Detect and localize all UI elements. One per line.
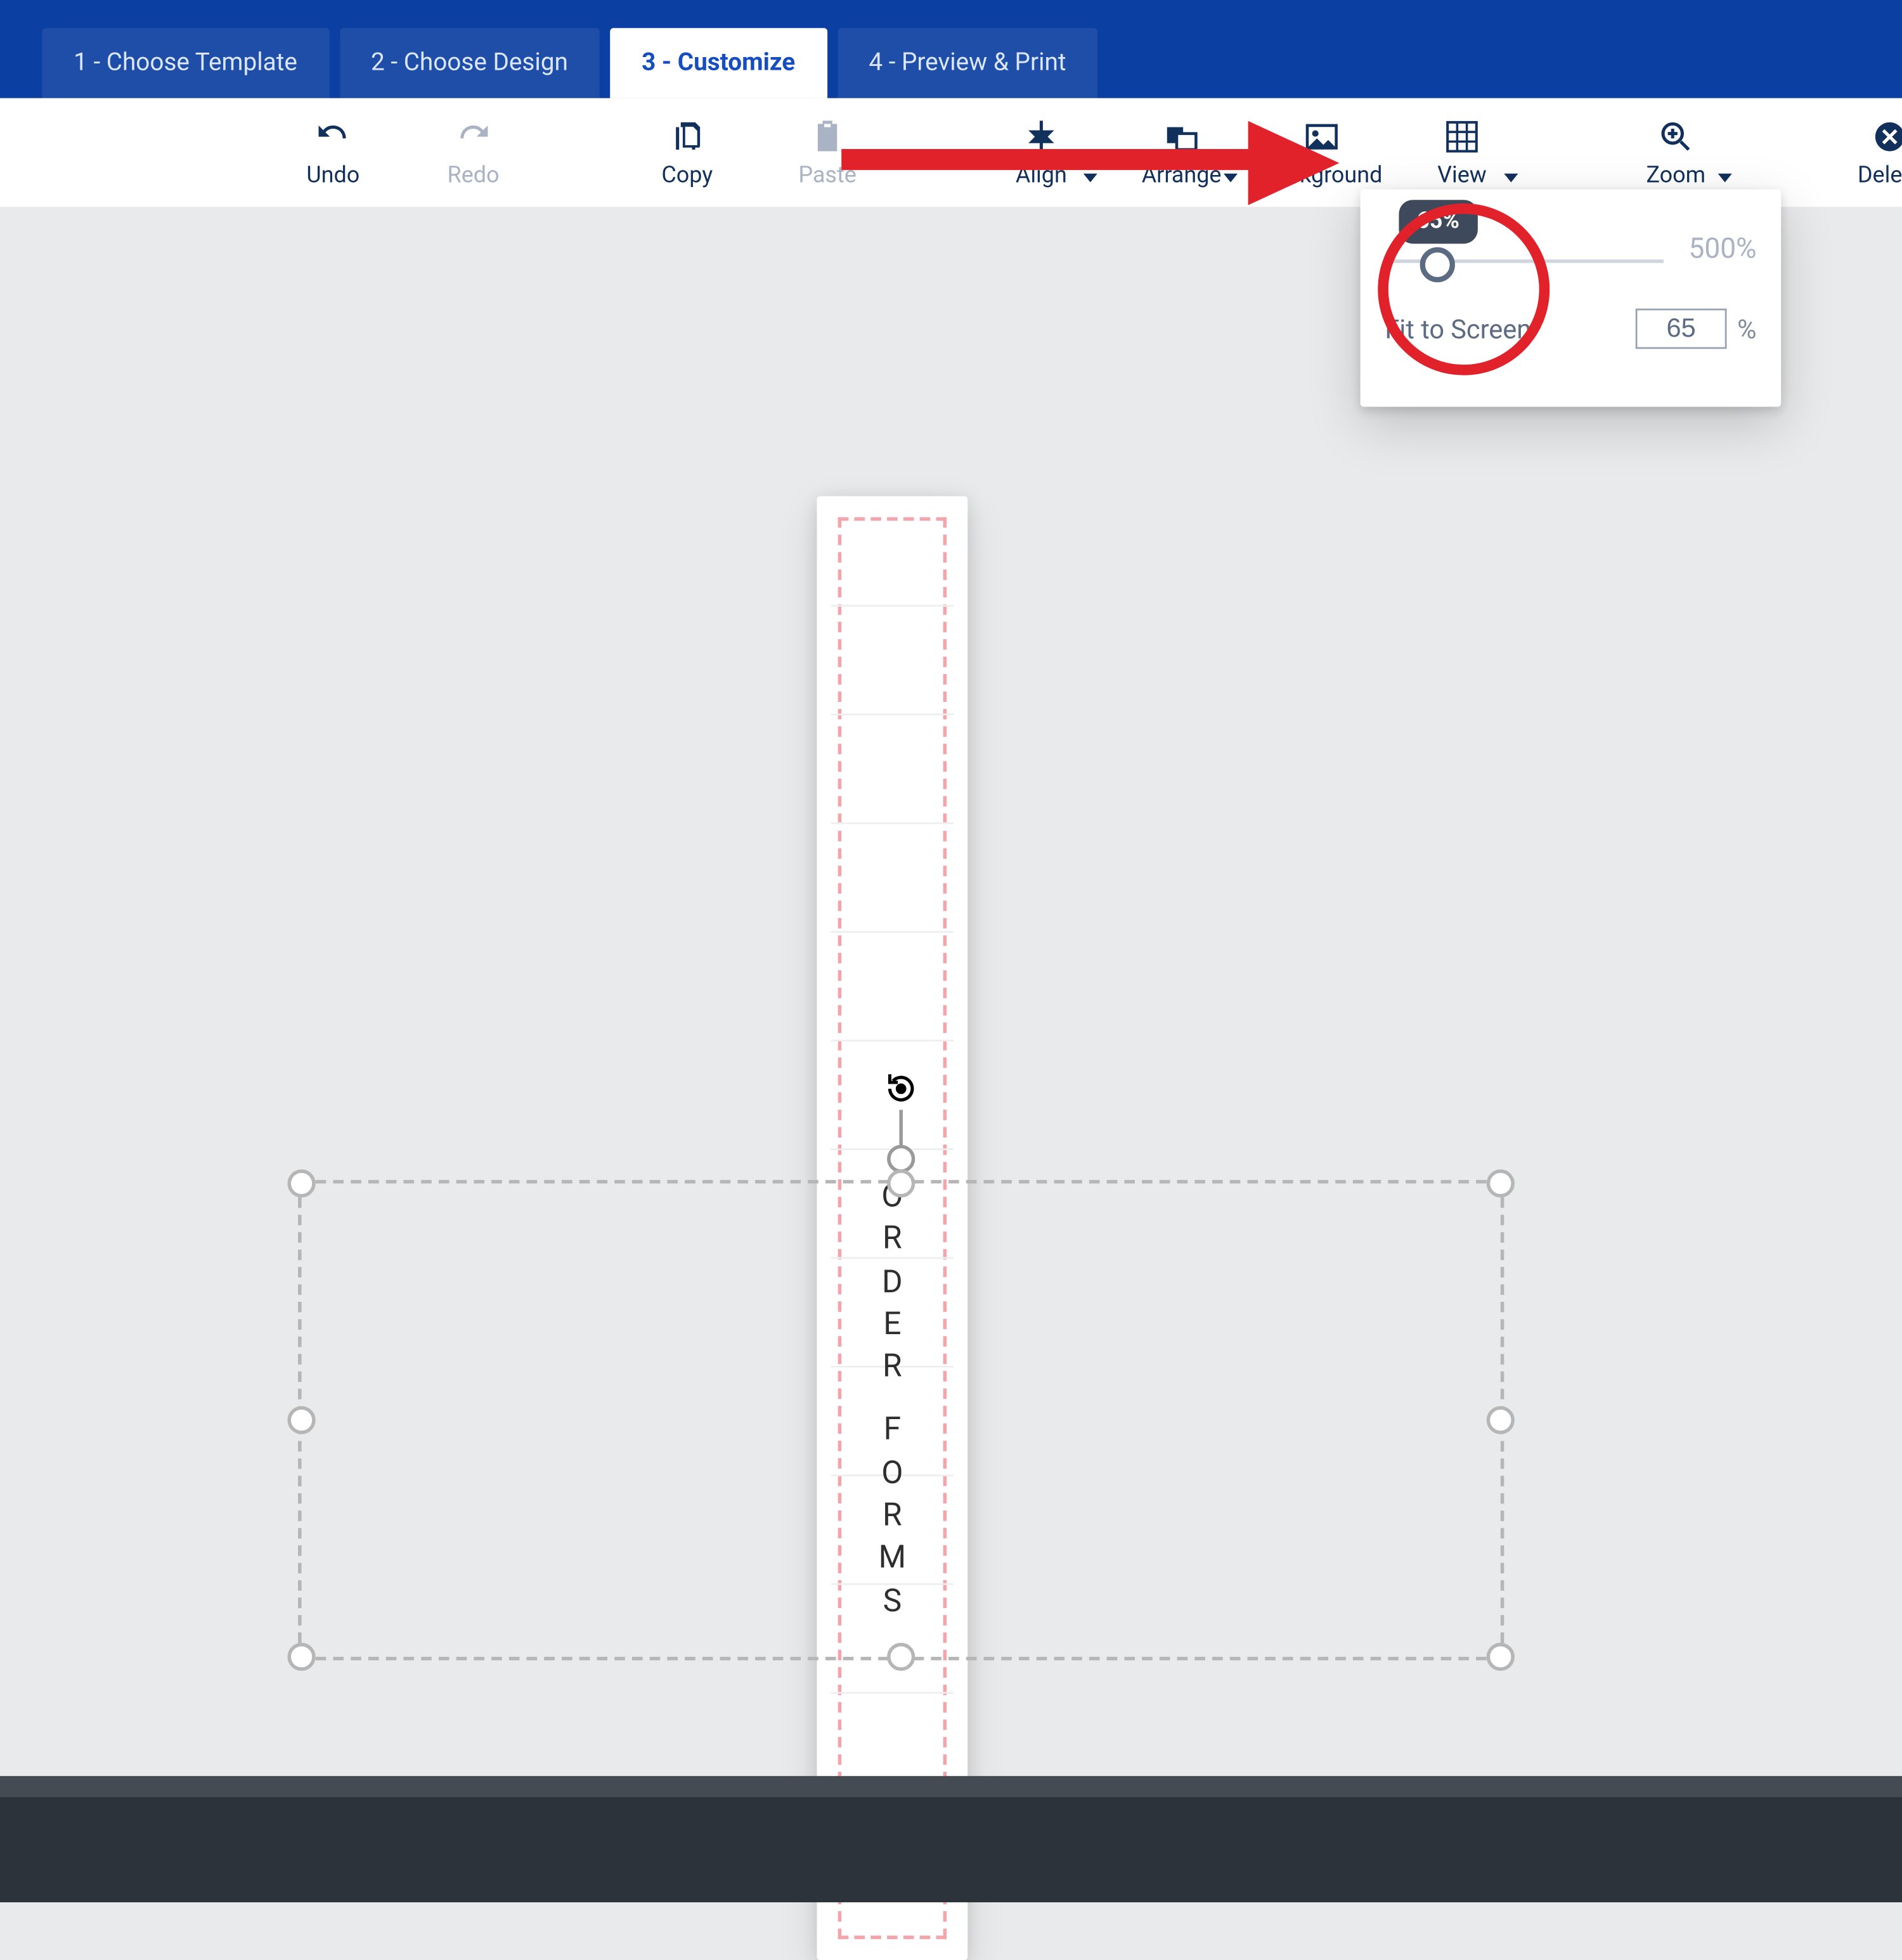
background-button[interactable]: Background — [1252, 110, 1392, 195]
chevron-down-icon — [1718, 172, 1732, 181]
textbox-selection[interactable] — [298, 1180, 1504, 1661]
zoom-slider[interactable]: 65% — [1385, 221, 1664, 273]
arrange-button[interactable]: Arrange — [1111, 110, 1252, 195]
view-label: View — [1437, 162, 1487, 188]
grid-icon — [1443, 117, 1482, 155]
resize-handle-nw[interactable] — [287, 1169, 315, 1197]
background-label: Background — [1261, 162, 1382, 188]
undo-icon — [314, 117, 353, 155]
resize-handle-e[interactable] — [1487, 1406, 1515, 1434]
rotation-handle[interactable] — [880, 1068, 922, 1173]
chevron-down-icon — [1224, 172, 1238, 181]
tab-choose-design[interactable]: 2 - Choose Design — [339, 28, 599, 98]
zoom-input[interactable] — [1636, 309, 1727, 349]
resize-handle-w[interactable] — [287, 1406, 315, 1434]
resize-handle-se[interactable] — [1487, 1643, 1515, 1671]
arrange-icon — [1162, 117, 1201, 155]
paste-button: Paste — [757, 110, 897, 195]
tab-preview-print[interactable]: 4 - Preview & Print — [838, 28, 1098, 98]
design-canvas[interactable]: O R D E R F O R M S — [0, 207, 1902, 1776]
copy-icon — [668, 117, 706, 155]
footer-strip — [0, 1776, 1902, 1902]
align-icon — [1022, 117, 1061, 155]
zoom-label: Zoom — [1646, 162, 1705, 188]
align-button[interactable]: Align — [971, 110, 1111, 195]
align-label: Align — [1016, 162, 1067, 188]
copy-button[interactable]: Copy — [617, 110, 757, 195]
resize-handle-sw[interactable] — [287, 1643, 315, 1671]
resize-handle-s[interactable] — [887, 1643, 915, 1671]
arrange-label: Arrange — [1142, 162, 1222, 188]
background-icon — [1302, 117, 1341, 155]
paste-label: Paste — [798, 162, 856, 188]
undo-button[interactable]: Undo — [263, 110, 403, 195]
redo-label: Redo — [448, 162, 500, 188]
redo-icon — [454, 117, 493, 155]
zoom-percent-suffix: % — [1737, 313, 1756, 345]
rotation-anchor[interactable] — [887, 1145, 915, 1173]
zoom-value-bubble: 65% — [1399, 200, 1477, 243]
rotate-icon — [880, 1068, 922, 1110]
close-circle-icon — [1870, 117, 1902, 155]
resize-handle-n[interactable] — [887, 1169, 915, 1197]
wizard-tabs: 1 - Choose Template 2 - Choose Design 3 … — [0, 0, 1902, 98]
resize-handle-ne[interactable] — [1487, 1169, 1515, 1197]
delete-button[interactable]: Delete — [1820, 110, 1902, 195]
paste-icon — [808, 117, 847, 155]
zoom-slider-thumb[interactable] — [1420, 247, 1455, 282]
zoom-max-label: 500% — [1688, 231, 1756, 264]
view-button[interactable]: View — [1392, 110, 1532, 195]
zoom-button[interactable]: Zoom — [1606, 110, 1746, 195]
copy-label: Copy — [661, 162, 713, 188]
tab-customize[interactable]: 3 - Customize — [610, 28, 827, 98]
redo-button: Redo — [403, 110, 543, 195]
fit-to-screen-button[interactable]: Fit to Screen — [1385, 313, 1531, 345]
zoom-in-icon — [1657, 117, 1695, 155]
delete-label: Delete — [1858, 162, 1902, 188]
chevron-down-icon — [1084, 172, 1097, 181]
undo-label: Undo — [306, 162, 359, 188]
tab-choose-template[interactable]: 1 - Choose Template — [42, 28, 328, 98]
chevron-down-icon — [1504, 172, 1518, 181]
zoom-popover: 65% 500% Fit to Screen % — [1361, 190, 1782, 407]
